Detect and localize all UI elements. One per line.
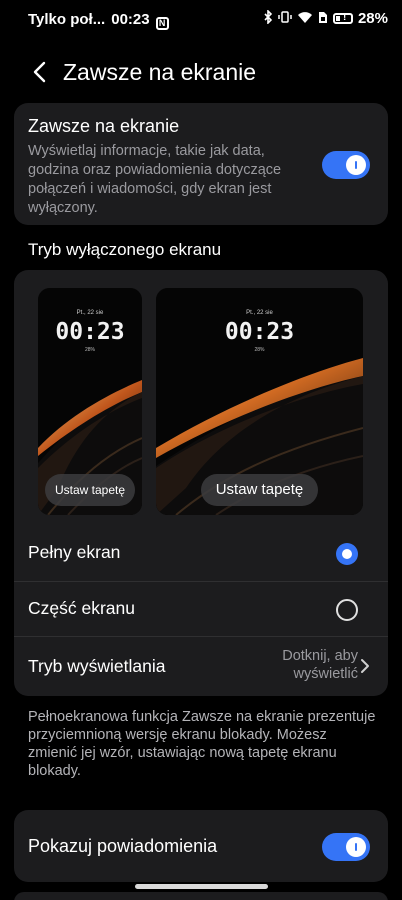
page-title: Zawsze na ekranie <box>63 59 257 85</box>
status-left: Tylko poł... 00:23 N <box>28 11 169 30</box>
display-mode-label: Tryb wyświetlania <box>28 656 166 676</box>
option-partial-screen[interactable]: Część ekranu <box>14 581 388 636</box>
header: Zawsze na ekranie <box>0 48 402 96</box>
option-label: Część ekranu <box>28 598 135 618</box>
status-time: 00:23 <box>111 11 150 28</box>
wifi-icon <box>297 11 313 27</box>
chevron-left-icon <box>33 61 46 83</box>
home-indicator[interactable] <box>135 884 268 889</box>
back-button[interactable] <box>30 60 50 84</box>
notifications-card: Pokazuj powiadomienia <box>14 810 388 882</box>
display-mode-hint: Dotknij, aby wyświetlić <box>282 648 358 682</box>
toggle-knob <box>346 155 366 175</box>
preview-clock: 00:23 <box>55 319 125 345</box>
preview-date: Pt., 22 sie <box>76 310 104 316</box>
preview-battery: 28% <box>84 347 95 353</box>
preview-battery: 28% <box>254 347 265 353</box>
mode-card: Pt., 22 sie 00:23 28% Ustaw tapetę Pt., … <box>14 270 388 696</box>
radio-unselected[interactable] <box>336 599 358 621</box>
set-wallpaper-button[interactable]: Ustaw tapetę <box>201 474 318 506</box>
aod-description: Wyświetlaj informacje, takie jak data, g… <box>28 143 282 216</box>
set-wallpaper-button[interactable]: Ustaw tapetę <box>45 474 135 506</box>
preview-partial-screen[interactable]: Pt., 22 sie 00:23 28% Ustaw tapetę <box>38 288 142 515</box>
option-full-screen[interactable]: Pełny ekran <box>14 526 388 581</box>
status-bar: Tylko poł... 00:23 N ! 28% <box>0 0 402 40</box>
aod-card: Zawsze na ekranie Wyświetlaj informacje,… <box>14 103 388 225</box>
battery-icon: ! <box>332 12 353 24</box>
status-right: ! 28% <box>264 9 388 27</box>
mode-section-label: Tryb wyłączonego ekranu <box>28 240 222 259</box>
sim-icon <box>318 11 328 27</box>
preview-full-screen[interactable]: Pt., 22 sie 00:23 28% Ustaw tapetę <box>156 288 363 515</box>
battery-percent: 28% <box>357 10 388 27</box>
nfc-icon: N <box>155 17 169 30</box>
footnote-text: Pełnoekranowa funkcja Zawsze na ekranie … <box>28 709 376 779</box>
preview-date: Pt., 22 sie <box>246 310 273 316</box>
next-card-peek <box>14 892 388 900</box>
preview-clock: 00:23 <box>224 319 295 345</box>
display-mode-row[interactable]: Tryb wyświetlania Dotknij, aby wyświetli… <box>14 636 388 696</box>
carrier-label: Tylko poł... <box>28 11 106 28</box>
vibrate-icon <box>278 10 292 27</box>
aod-toggle[interactable] <box>322 151 370 179</box>
radio-selected[interactable] <box>336 543 358 565</box>
toggle-knob <box>346 837 366 857</box>
aod-title: Zawsze na ekranie <box>28 116 180 136</box>
bluetooth-icon <box>264 9 273 27</box>
notifications-toggle[interactable] <box>322 833 370 861</box>
notifications-label: Pokazuj powiadomienia <box>28 836 218 856</box>
chevron-right-icon <box>361 659 369 673</box>
option-label: Pełny ekran <box>28 542 121 562</box>
